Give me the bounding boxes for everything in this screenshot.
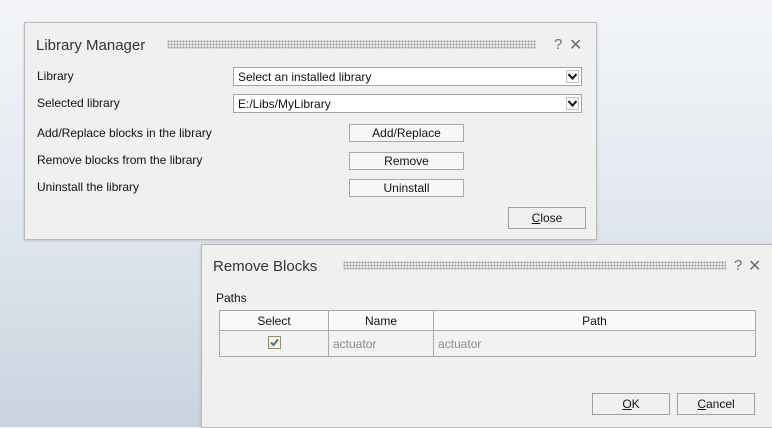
ok-mnemonic: O (622, 397, 632, 411)
select-checkbox[interactable] (267, 335, 281, 349)
column-header-select[interactable]: Select (219, 310, 329, 331)
help-icon[interactable]: ? (734, 257, 742, 274)
checkmark-icon (269, 338, 279, 346)
drag-grip[interactable] (343, 261, 726, 270)
cancel-label-rest: ancel (705, 397, 735, 411)
paths-table: Select Name Path actuator actuator (219, 310, 756, 357)
path-cell[interactable]: actuator (433, 330, 756, 357)
drag-grip[interactable] (167, 40, 536, 49)
selected-library-dropdown[interactable]: E:/Libs/MyLibrary (233, 94, 582, 113)
select-cell[interactable] (219, 330, 329, 357)
column-header-path[interactable]: Path (433, 310, 756, 331)
add-replace-button[interactable]: Add/Replace (349, 124, 464, 142)
add-replace-label: Add/Replace blocks in the library (37, 126, 212, 140)
close-icon[interactable]: ✕ (569, 35, 582, 55)
cancel-button[interactable]: Cancel (677, 393, 755, 415)
uninstall-label: Uninstall the library (37, 180, 140, 194)
remove-label: Remove blocks from the library (37, 153, 203, 167)
column-header-name[interactable]: Name (328, 310, 434, 331)
cancel-mnemonic: C (697, 397, 706, 411)
library-manager-titlebar[interactable]: Library Manager ? ✕ (25, 23, 596, 55)
paths-label: Paths (216, 291, 247, 305)
table-header-row: Select Name Path (219, 310, 756, 331)
dialog-title: Library Manager (36, 37, 146, 54)
close-icon[interactable]: ✕ (748, 256, 761, 276)
remove-button[interactable]: Remove (349, 152, 464, 170)
library-label: Library (37, 69, 74, 83)
library-dropdown-value: Select an installed library (238, 70, 372, 84)
dropdown-arrow-icon[interactable] (566, 70, 579, 83)
library-manager-dialog: Library Manager ? ✕ Library Select an in… (24, 22, 597, 240)
remove-blocks-titlebar[interactable]: Remove Blocks ? ✕ (202, 245, 772, 275)
table-row[interactable]: actuator actuator (219, 330, 756, 357)
selected-library-value: E:/Libs/MyLibrary (238, 97, 331, 111)
dropdown-arrow-icon[interactable] (566, 97, 579, 110)
ok-button[interactable]: OK (592, 393, 670, 415)
name-cell[interactable]: actuator (328, 330, 434, 357)
dialog-title: Remove Blocks (213, 258, 318, 275)
ok-label-rest: K (631, 397, 640, 411)
library-dropdown[interactable]: Select an installed library (233, 67, 582, 86)
selected-library-label: Selected library (37, 96, 120, 110)
close-button[interactable]: Close (508, 207, 586, 229)
remove-blocks-dialog: Remove Blocks ? ✕ Paths Select Name Path… (201, 244, 772, 428)
close-label-rest: lose (540, 211, 563, 225)
help-icon[interactable]: ? (554, 36, 562, 53)
uninstall-button[interactable]: Uninstall (349, 179, 464, 197)
